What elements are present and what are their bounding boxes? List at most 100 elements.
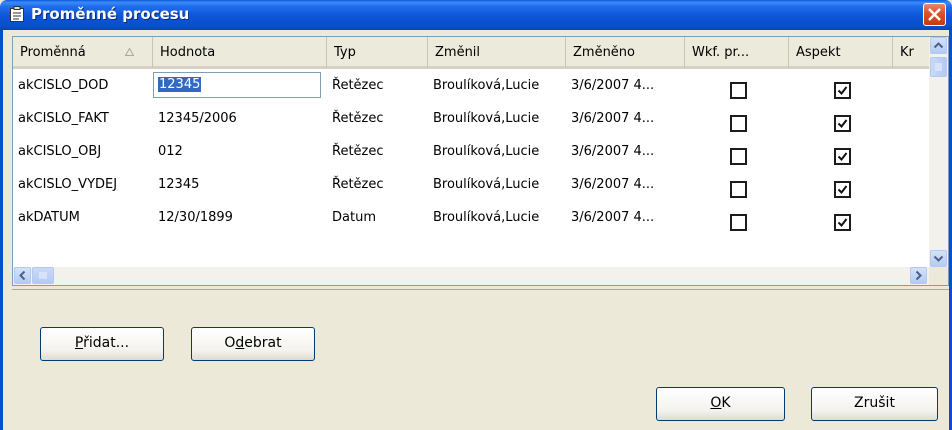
cell-changed: 3/6/2007 4... — [566, 169, 685, 202]
column-label: Změněno — [573, 45, 635, 60]
dialog-window: Proměnné procesu Proměnná Hodnota Typ Zm… — [0, 0, 952, 430]
grip-icon — [935, 63, 942, 71]
window-frame-left — [0, 30, 3, 430]
variables-grid[interactable]: Proměnná Hodnota Typ Změnil Změněno Wkf.… — [12, 36, 949, 286]
add-button[interactable]: Přidat... — [40, 327, 164, 361]
cell-text: 012 — [158, 144, 183, 159]
cell-type: Řetězec — [327, 136, 428, 169]
cell-changed-by: Broulíková,Lucie — [428, 169, 566, 202]
workflow-checkbox[interactable] — [730, 214, 747, 231]
close-icon — [928, 8, 941, 21]
cell-changed-by: Broulíková,Lucie — [428, 70, 566, 103]
workflow-checkbox[interactable] — [730, 82, 747, 99]
cell-changed-by: Broulíková,Lucie — [428, 103, 566, 136]
scroll-left-button[interactable] — [14, 267, 31, 284]
column-header-type[interactable]: Typ — [327, 37, 428, 69]
cell-type: Řetězec — [327, 103, 428, 136]
column-label: Wkf. pr... — [692, 45, 750, 60]
checkmark-icon — [837, 218, 848, 228]
title-bar[interactable]: Proměnné procesu — [0, 0, 952, 30]
scrollbar-corner — [929, 267, 948, 285]
mnemonic-letter: P — [74, 335, 84, 351]
chevron-up-icon — [933, 42, 944, 49]
cell-text: Řetězec — [332, 78, 384, 93]
value-edit-input[interactable]: 12345 — [153, 72, 321, 98]
column-header-kr[interactable]: Kr — [893, 37, 933, 69]
clipboard-icon — [10, 6, 24, 22]
column-header-variable[interactable]: Proměnná — [13, 37, 153, 69]
button-label: O — [224, 335, 236, 351]
horizontal-scroll-thumb[interactable] — [32, 267, 54, 284]
mnemonic-letter: O — [710, 395, 722, 411]
button-label: ebrat — [244, 335, 282, 351]
cell-variable: akDATUM — [13, 202, 153, 235]
vertical-scroll-thumb[interactable] — [930, 57, 947, 77]
cell-variable: akCISLO_FAKT — [13, 103, 153, 136]
cancel-button[interactable]: Zrušit — [811, 387, 938, 421]
cell-text: Řetězec — [332, 111, 384, 126]
window-title: Proměnné procesu — [31, 5, 190, 23]
scroll-down-button[interactable] — [930, 250, 947, 267]
cell-text: Datum — [332, 210, 376, 225]
button-label: řidat... — [83, 335, 130, 351]
vertical-scrollbar[interactable] — [929, 37, 948, 267]
cell-changed: 3/6/2007 4... — [566, 103, 685, 136]
cell-text: Řetězec — [332, 177, 384, 192]
column-header-value[interactable]: Hodnota — [153, 37, 327, 69]
scroll-right-button[interactable] — [910, 267, 927, 284]
column-label: Typ — [334, 45, 356, 60]
grip-icon — [39, 272, 47, 279]
cell-changed-by: Broulíková,Lucie — [428, 202, 566, 235]
chevron-right-icon — [915, 270, 922, 281]
aspect-checkbox[interactable] — [834, 148, 851, 165]
cell-text: 3/6/2007 4... — [571, 210, 655, 225]
chevron-left-icon — [19, 270, 26, 281]
remove-button[interactable]: Odebrat — [191, 327, 315, 361]
aspect-checkbox[interactable] — [834, 214, 851, 231]
cell-text: akDATUM — [18, 210, 80, 225]
cell-text: akCISLO_VYDEJ — [18, 177, 118, 192]
checkmark-icon — [837, 152, 848, 162]
column-header-aspect[interactable]: Aspekt — [789, 37, 893, 69]
column-header-workflow[interactable]: Wkf. pr... — [685, 37, 789, 69]
cell-type: Datum — [327, 202, 428, 235]
cell-variable: akCISLO_OBJ — [13, 136, 153, 169]
cell-text: 3/6/2007 4... — [571, 144, 655, 159]
cell-text: 3/6/2007 4... — [571, 177, 655, 192]
column-header-changed-by[interactable]: Změnil — [428, 37, 566, 69]
ok-button[interactable]: OK — [656, 387, 785, 421]
aspect-checkbox[interactable] — [834, 115, 851, 132]
cell-text: 12/30/1899 — [158, 210, 233, 225]
column-label: Proměnná — [20, 45, 86, 60]
aspect-checkbox[interactable] — [834, 181, 851, 198]
cell-variable: akCISLO_VYDEJ — [13, 169, 153, 202]
cell-changed-by: Broulíková,Lucie — [428, 136, 566, 169]
cell-text: Řetězec — [332, 144, 384, 159]
close-button[interactable] — [923, 3, 946, 26]
scroll-up-button[interactable] — [930, 37, 947, 54]
cell-text: 3/6/2007 4... — [571, 111, 655, 126]
aspect-checkbox[interactable] — [834, 82, 851, 99]
workflow-checkbox[interactable] — [730, 181, 747, 198]
cell-value: 012 — [153, 136, 327, 169]
cell-changed: 3/6/2007 4... — [566, 202, 685, 235]
cell-value: 12/30/1899 — [153, 202, 327, 235]
cell-changed: 3/6/2007 4... — [566, 136, 685, 169]
button-label: K — [721, 395, 731, 411]
cell-text: Broulíková,Lucie — [433, 78, 540, 93]
checkmark-icon — [837, 119, 848, 129]
chevron-down-icon — [933, 255, 944, 262]
horizontal-scrollbar[interactable] — [13, 267, 929, 285]
button-label: Zrušit — [854, 395, 895, 411]
selected-text[interactable]: 12345 — [158, 77, 202, 92]
cell-text: Broulíková,Lucie — [433, 111, 540, 126]
column-header-changed[interactable]: Změněno — [566, 37, 685, 69]
workflow-checkbox[interactable] — [730, 115, 747, 132]
cell-text: akCISLO_FAKT — [18, 111, 109, 126]
column-label: Hodnota — [160, 45, 216, 60]
checkmark-icon — [837, 185, 848, 195]
workflow-checkbox[interactable] — [730, 148, 747, 165]
cell-text: Broulíková,Lucie — [433, 144, 540, 159]
cell-variable: akCISLO_DOD — [13, 70, 153, 103]
cell-text: 3/6/2007 4... — [571, 78, 655, 93]
